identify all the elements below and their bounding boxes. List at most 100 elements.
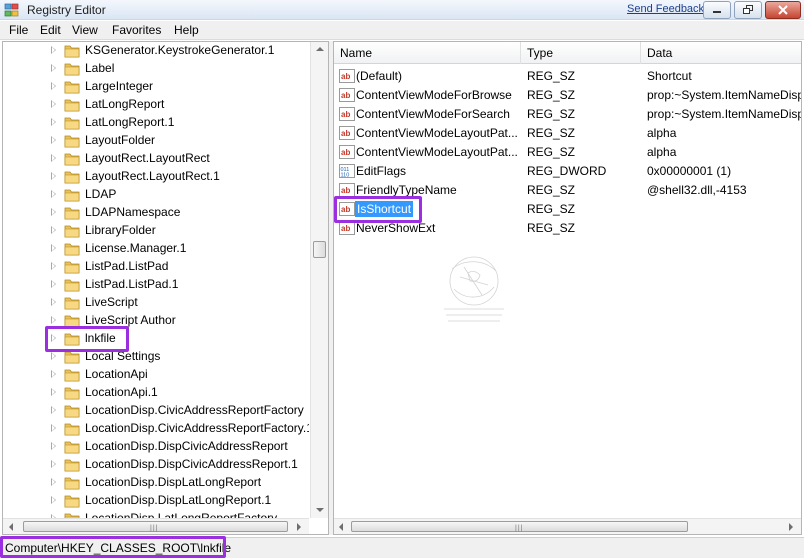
registry-key-tree[interactable]: KSGenerator.KeystrokeGenerator.1 Label Lar… — [2, 41, 329, 535]
scrollbar-thumb[interactable]: ||| — [23, 521, 288, 532]
expand-arrow-icon[interactable] — [51, 334, 56, 342]
tree-item[interactable]: LocationDisp.DispLatLongReport.1 — [3, 492, 309, 510]
tree-item[interactable]: LiveScript Author — [3, 312, 309, 330]
expand-arrow-icon[interactable] — [51, 154, 56, 162]
tree-item[interactable]: Local Settings — [3, 348, 309, 366]
expand-arrow-icon[interactable] — [51, 442, 56, 450]
tree-item[interactable]: LocationDisp.DispCivicAddressReport.1 — [3, 456, 309, 474]
expand-arrow-icon[interactable] — [51, 226, 56, 234]
tree-item[interactable]: lnkfile — [3, 330, 309, 348]
restore-button[interactable] — [734, 1, 762, 19]
tree-item[interactable]: LDAP — [3, 186, 309, 204]
scroll-left-icon[interactable] — [9, 523, 13, 531]
scroll-down-icon[interactable] — [316, 508, 324, 512]
tree-item[interactable]: LayoutRect.LayoutRect — [3, 150, 309, 168]
expand-arrow-icon[interactable] — [51, 136, 56, 144]
value-row[interactable]: ab ContentViewModeForBrowse REG_SZ prop:~Sy… — [334, 86, 801, 105]
minimize-button[interactable] — [703, 1, 731, 19]
column-header-data[interactable]: Data — [641, 42, 801, 64]
expand-arrow-icon[interactable] — [51, 190, 56, 198]
expand-arrow-icon[interactable] — [51, 352, 56, 360]
svg-text:ab: ab — [341, 148, 350, 157]
menu-edit[interactable]: Edit — [40, 23, 61, 37]
scroll-right-icon[interactable] — [297, 523, 301, 531]
expand-arrow-icon[interactable] — [51, 424, 56, 432]
close-button[interactable] — [765, 1, 801, 19]
tree-item[interactable]: LocationDisp.CivicAddressReportFactory — [3, 402, 309, 420]
tree-item[interactable]: Label — [3, 60, 309, 78]
value-row[interactable]: ab IsShortcut REG_SZ — [334, 200, 801, 219]
values-horizontal-scrollbar[interactable]: ||| — [334, 518, 801, 534]
tree-item[interactable]: License.Manager.1 — [3, 240, 309, 258]
tree-item[interactable]: LocationDisp.LatLongReportFactory — [3, 510, 309, 518]
menu-view[interactable]: View — [72, 23, 98, 37]
tree-item-label: LDAPNamespace — [85, 205, 181, 219]
value-type: REG_SZ — [527, 145, 576, 159]
tree-item[interactable]: LargeInteger — [3, 78, 309, 96]
expand-arrow-icon[interactable] — [51, 316, 56, 324]
scrollbar-thumb[interactable] — [313, 241, 326, 258]
value-row[interactable]: ab FriendlyTypeName REG_SZ @shell32.dll,-41… — [334, 181, 801, 200]
scroll-up-icon[interactable] — [316, 47, 324, 51]
column-header-type[interactable]: Type — [521, 42, 641, 64]
tree-item-label: LocationDisp.CivicAddressReportFactory — [85, 403, 304, 417]
expand-arrow-icon[interactable] — [51, 118, 56, 126]
tree-item[interactable]: LDAPNamespace — [3, 204, 309, 222]
registry-values-list[interactable]: Name Type Data ab (Default) REG_SZ Shortcut… — [333, 41, 802, 535]
column-header-name[interactable]: Name — [334, 42, 521, 64]
menu-file[interactable]: File — [9, 23, 28, 37]
expand-arrow-icon[interactable] — [51, 496, 56, 504]
tree-item[interactable]: LatLongReport — [3, 96, 309, 114]
tree-vertical-scrollbar[interactable] — [310, 42, 328, 518]
tree-horizontal-scrollbar[interactable]: ||| — [3, 518, 309, 534]
expand-arrow-icon[interactable] — [51, 172, 56, 180]
tree-item[interactable]: LocationApi — [3, 366, 309, 384]
expand-arrow-icon[interactable] — [51, 280, 56, 288]
tree-item[interactable]: LocationDisp.DispLatLongReport — [3, 474, 309, 492]
expand-arrow-icon[interactable] — [51, 460, 56, 468]
value-type: REG_SZ — [527, 221, 576, 235]
scroll-right-icon[interactable] — [789, 523, 793, 531]
value-row[interactable]: ab ContentViewModeForSearch REG_SZ prop:~Sy… — [334, 105, 801, 124]
tree-item[interactable]: LibraryFolder — [3, 222, 309, 240]
folder-icon — [64, 63, 80, 76]
expand-arrow-icon[interactable] — [51, 406, 56, 414]
string-value-icon: ab — [339, 107, 355, 121]
value-row[interactable]: 011 110 EditFlags REG_DWORD 0x00000001 (1) — [334, 162, 801, 181]
expand-arrow-icon[interactable] — [51, 64, 56, 72]
title-bar: Registry Editor Send Feedback — [0, 0, 804, 20]
tree-item[interactable]: ListPad.ListPad.1 — [3, 276, 309, 294]
tree-item[interactable]: LayoutRect.LayoutRect.1 — [3, 168, 309, 186]
tree-item[interactable]: LiveScript — [3, 294, 309, 312]
send-feedback-link[interactable]: Send Feedback — [627, 3, 704, 15]
string-value-icon: ab — [339, 183, 355, 197]
tree-item[interactable]: LayoutFolder — [3, 132, 309, 150]
expand-arrow-icon[interactable] — [51, 478, 56, 486]
scrollbar-thumb[interactable]: ||| — [351, 521, 688, 532]
tree-item[interactable]: LocationDisp.DispCivicAddressReport — [3, 438, 309, 456]
expand-arrow-icon[interactable] — [51, 46, 56, 54]
scroll-left-icon[interactable] — [339, 523, 343, 531]
value-row[interactable]: ab ContentViewModeLayoutPat... REG_SZ alpha — [334, 143, 801, 162]
tree-item[interactable]: LocationApi.1 — [3, 384, 309, 402]
expand-arrow-icon[interactable] — [51, 100, 56, 108]
expand-arrow-icon[interactable] — [51, 244, 56, 252]
expand-arrow-icon[interactable] — [51, 298, 56, 306]
value-row[interactable]: ab NeverShowExt REG_SZ — [334, 219, 801, 238]
expand-arrow-icon[interactable] — [51, 208, 56, 216]
tree-item[interactable]: LocationDisp.CivicAddressReportFactory.1 — [3, 420, 309, 438]
value-name: ContentViewModeLayoutPat... — [356, 145, 518, 159]
value-row[interactable]: ab ContentViewModeLayoutPat... REG_SZ alpha — [334, 124, 801, 143]
tree-item[interactable]: LatLongReport.1 — [3, 114, 309, 132]
expand-arrow-icon[interactable] — [51, 388, 56, 396]
expand-arrow-icon[interactable] — [51, 262, 56, 270]
expand-arrow-icon[interactable] — [51, 370, 56, 378]
menu-favorites[interactable]: Favorites — [112, 23, 161, 37]
menu-help[interactable]: Help — [174, 23, 199, 37]
folder-icon — [64, 81, 80, 94]
tree-item[interactable]: KSGenerator.KeystrokeGenerator.1 — [3, 42, 309, 60]
tree-item[interactable]: ListPad.ListPad — [3, 258, 309, 276]
grip-icon: ||| — [150, 525, 159, 532]
expand-arrow-icon[interactable] — [51, 82, 56, 90]
value-row[interactable]: ab (Default) REG_SZ Shortcut — [334, 67, 801, 86]
